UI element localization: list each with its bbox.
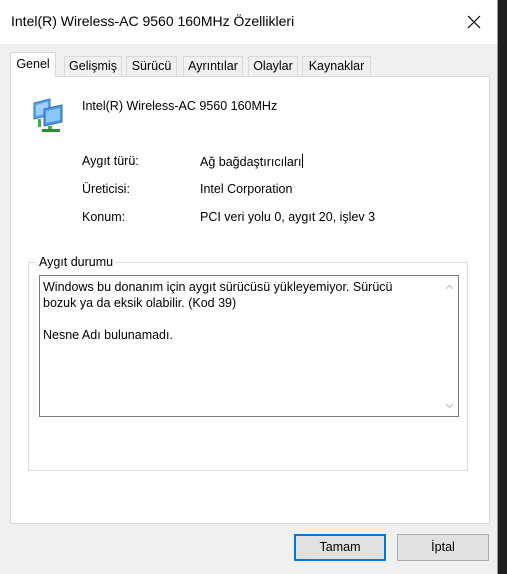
status-scrollbar[interactable] xyxy=(441,276,458,416)
device-type-value[interactable]: Ağ bağdaştırıcıları xyxy=(200,154,304,169)
scroll-down-arrow[interactable] xyxy=(441,397,458,414)
tab-resources[interactable]: Kaynaklar xyxy=(302,56,371,76)
ok-button[interactable]: Tamam xyxy=(294,534,386,561)
manufacturer-value[interactable]: Intel Corporation xyxy=(200,182,292,196)
chevron-up-icon xyxy=(445,284,454,289)
close-icon xyxy=(467,15,481,29)
close-button[interactable] xyxy=(451,0,497,44)
location-value[interactable]: PCI veri yolu 0, aygıt 20, işlev 3 xyxy=(200,210,375,224)
general-panel: Intel(R) Wireless-AC 9560 160MHz Aygıt t… xyxy=(10,76,490,524)
tab-general[interactable]: Genel xyxy=(10,52,56,77)
device-name: Intel(R) Wireless-AC 9560 160MHz xyxy=(82,99,278,113)
text-caret xyxy=(302,154,304,168)
manufacturer-label: Üreticisi: xyxy=(82,182,130,196)
scroll-up-arrow[interactable] xyxy=(441,278,458,295)
device-status-textbox[interactable]: Windows bu donanım için aygıt sürücüsü y… xyxy=(39,275,459,417)
device-type-label: Aygıt türü: xyxy=(82,154,139,168)
device-status-title: Aygıt durumu xyxy=(37,255,116,269)
location-label: Konum: xyxy=(82,210,126,224)
title-bar[interactable]: Intel(R) Wireless-AC 9560 160MHz Özellik… xyxy=(0,0,497,44)
window-title: Intel(R) Wireless-AC 9560 160MHz Özellik… xyxy=(11,13,295,29)
device-status-group: Aygıt durumu Windows bu donanım için ayg… xyxy=(28,255,468,471)
tab-events[interactable]: Olaylar xyxy=(248,56,298,76)
network-adapter-icon xyxy=(33,98,63,132)
tab-driver[interactable]: Sürücü xyxy=(126,56,177,76)
background-edge xyxy=(498,0,507,574)
cancel-button[interactable]: İptal xyxy=(397,534,489,561)
device-type-text: Ağ bağdaştırıcıları xyxy=(200,155,302,169)
tab-details[interactable]: Ayrıntılar xyxy=(183,56,243,76)
tab-advanced[interactable]: Gelişmiş xyxy=(64,56,122,76)
chevron-down-icon xyxy=(445,403,454,408)
tab-strip: Genel Gelişmiş Sürücü Ayrıntılar Olaylar… xyxy=(10,52,490,77)
properties-dialog: Intel(R) Wireless-AC 9560 160MHz Özellik… xyxy=(0,0,498,574)
device-status-text: Windows bu donanım için aygıt sürücüsü y… xyxy=(43,280,393,342)
